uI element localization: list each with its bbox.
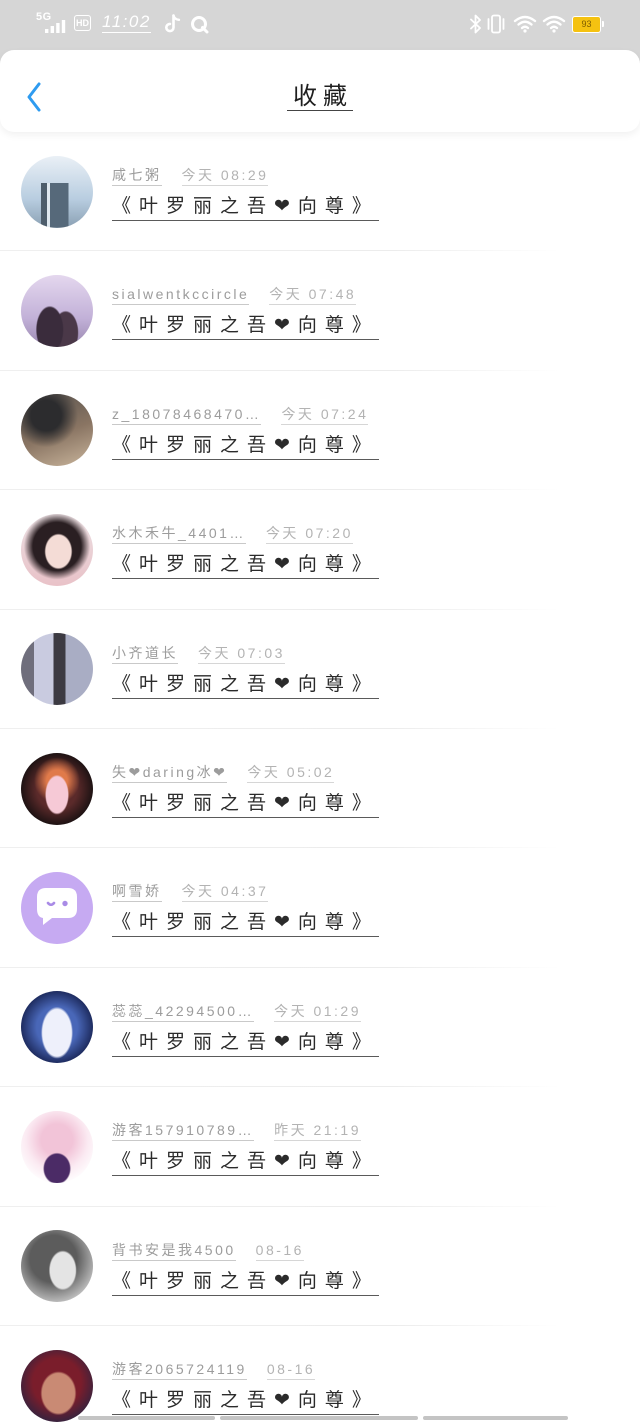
user-name: sialwentkccircle — [112, 284, 250, 306]
favorite-item[interactable]: 游客2065724119 08-16 《叶罗丽之吾❤向尊》 — [0, 1326, 640, 1422]
item-meta: 游客2065724119 08-16 — [112, 1359, 316, 1380]
avatar[interactable] — [21, 633, 93, 706]
signal-bars-icon — [45, 20, 66, 33]
favorite-item[interactable]: 蕊蕊_42294500… 今天 01:29 《叶罗丽之吾❤向尊》 — [0, 968, 640, 1088]
favorited-time: 08-16 — [266, 1359, 316, 1380]
item-meta: 水木禾牛_4401… 今天 07:20 — [112, 523, 353, 545]
work-title[interactable]: 《叶罗丽之吾❤向尊》 — [112, 672, 379, 699]
tiktok-icon — [165, 14, 181, 33]
battery-cap — [602, 21, 604, 27]
favorited-time: 昨天 21:19 — [274, 1120, 362, 1142]
wifi-icon — [542, 15, 566, 33]
item-meta: 啊雪娇 今天 04:37 — [112, 881, 269, 903]
user-name: 失❤daring冰❤ — [112, 762, 228, 783]
favorited-time: 今天 07:48 — [269, 284, 357, 306]
user-name: 游客157910789… — [112, 1120, 255, 1142]
user-name: 蕊蕊_42294500… — [112, 1001, 255, 1022]
favorited-time: 今天 04:37 — [181, 881, 269, 903]
avatar[interactable] — [21, 991, 93, 1064]
work-title[interactable]: 《叶罗丽之吾❤向尊》 — [112, 194, 379, 221]
favorite-item[interactable]: 啊雪娇 今天 04:37 《叶罗丽之吾❤向尊》 — [0, 848, 640, 969]
favorite-item[interactable]: z_18078468470… 今天 07:24 《叶罗丽之吾❤向尊》 — [0, 371, 640, 491]
app-header: 收藏 — [0, 50, 640, 132]
favorite-item[interactable]: 小齐道长 今天 07:03 《叶罗丽之吾❤向尊》 — [0, 610, 640, 730]
bottom-bar-segment — [423, 1416, 568, 1420]
item-meta: 失❤daring冰❤ 今天 05:02 — [112, 762, 335, 783]
favorited-time: 今天 07:24 — [281, 404, 369, 425]
avatar[interactable] — [21, 1230, 93, 1303]
vibrate-icon — [487, 14, 505, 34]
favorites-screen: 5G HD 11:02 93 收藏 咸七粥 今天 08:29 《叶罗丽之吾❤向尊… — [0, 0, 640, 1422]
item-meta: sialwentkccircle 今天 07:48 — [112, 284, 357, 306]
user-name: 游客2065724119 — [112, 1359, 247, 1380]
work-title[interactable]: 《叶罗丽之吾❤向尊》 — [112, 910, 379, 938]
user-name: z_18078468470… — [112, 404, 262, 425]
work-title[interactable]: 《叶罗丽之吾❤向尊》 — [112, 552, 379, 580]
work-title[interactable]: 《叶罗丽之吾❤向尊》 — [112, 1388, 379, 1415]
page-title: 收藏 — [287, 83, 353, 111]
user-name: 小齐道长 — [112, 643, 178, 664]
favorite-item[interactable]: 水木禾牛_4401… 今天 07:20 《叶罗丽之吾❤向尊》 — [0, 490, 640, 610]
work-title[interactable]: 《叶罗丽之吾❤向尊》 — [112, 791, 379, 818]
favorite-item[interactable]: sialwentkccircle 今天 07:48 《叶罗丽之吾❤向尊》 — [0, 251, 640, 372]
q-circle-icon — [191, 16, 209, 34]
work-title[interactable]: 《叶罗丽之吾❤向尊》 — [112, 433, 379, 460]
favorite-item[interactable]: 咸七粥 今天 08:29 《叶罗丽之吾❤向尊》 — [0, 132, 640, 252]
avatar[interactable] — [21, 1349, 93, 1422]
item-meta: 小齐道长 今天 07:03 — [112, 643, 285, 664]
bluetooth-icon — [470, 14, 481, 34]
work-title[interactable]: 《叶罗丽之吾❤向尊》 — [112, 313, 379, 341]
page-title-row: 收藏 — [0, 82, 640, 112]
user-name: 背书安是我4500 — [112, 1240, 236, 1261]
work-title[interactable]: 《叶罗丽之吾❤向尊》 — [112, 1149, 379, 1177]
avatar[interactable] — [21, 1110, 93, 1183]
favorite-item[interactable]: 背书安是我4500 08-16 《叶罗丽之吾❤向尊》 — [0, 1207, 640, 1327]
favorited-time: 今天 05:02 — [247, 762, 335, 783]
bottom-bar-segment — [220, 1416, 418, 1420]
item-meta: 背书安是我4500 08-16 — [112, 1240, 304, 1261]
avatar[interactable] — [21, 394, 93, 467]
avatar[interactable] — [21, 513, 93, 586]
item-meta: 蕊蕊_42294500… 今天 01:29 — [112, 1001, 362, 1022]
favorite-item[interactable]: 游客157910789… 昨天 21:19 《叶罗丽之吾❤向尊》 — [0, 1087, 640, 1207]
avatar[interactable] — [21, 752, 93, 825]
favorited-time: 08-16 — [255, 1240, 304, 1261]
favorite-item[interactable]: 失❤daring冰❤ 今天 05:02 《叶罗丽之吾❤向尊》 — [0, 729, 640, 849]
work-title[interactable]: 《叶罗丽之吾❤向尊》 — [112, 1269, 379, 1296]
work-title[interactable]: 《叶罗丽之吾❤向尊》 — [112, 1030, 379, 1057]
item-meta: 游客157910789… 昨天 21:19 — [112, 1120, 362, 1142]
avatar[interactable] — [21, 872, 93, 945]
favorited-time: 今天 07:20 — [265, 523, 353, 545]
item-meta: z_18078468470… 今天 07:24 — [112, 404, 369, 425]
user-name: 啊雪娇 — [112, 881, 162, 903]
status-time: 11:02 — [102, 12, 151, 33]
avatar[interactable] — [21, 275, 93, 348]
user-name: 水木禾牛_4401… — [112, 523, 246, 545]
favorites-list: 咸七粥 今天 08:29 《叶罗丽之吾❤向尊》 sialwentkccircle 今天 … — [0, 132, 640, 1422]
chat-bubble-face-icon — [37, 888, 77, 926]
hotspot-wifi-icon — [513, 15, 537, 33]
hd-icon: HD — [74, 15, 91, 31]
favorited-time: 今天 01:29 — [274, 1001, 362, 1022]
user-name: 咸七粥 — [112, 165, 162, 186]
avatar[interactable] — [21, 155, 93, 228]
favorited-time: 今天 07:03 — [198, 643, 285, 664]
favorited-time: 今天 08:29 — [181, 165, 269, 186]
bottom-bar-edge — [0, 1416, 640, 1420]
item-meta: 咸七粥 今天 08:29 — [112, 165, 269, 186]
battery-icon: 93 — [572, 16, 601, 33]
bottom-bar-segment — [78, 1416, 215, 1420]
